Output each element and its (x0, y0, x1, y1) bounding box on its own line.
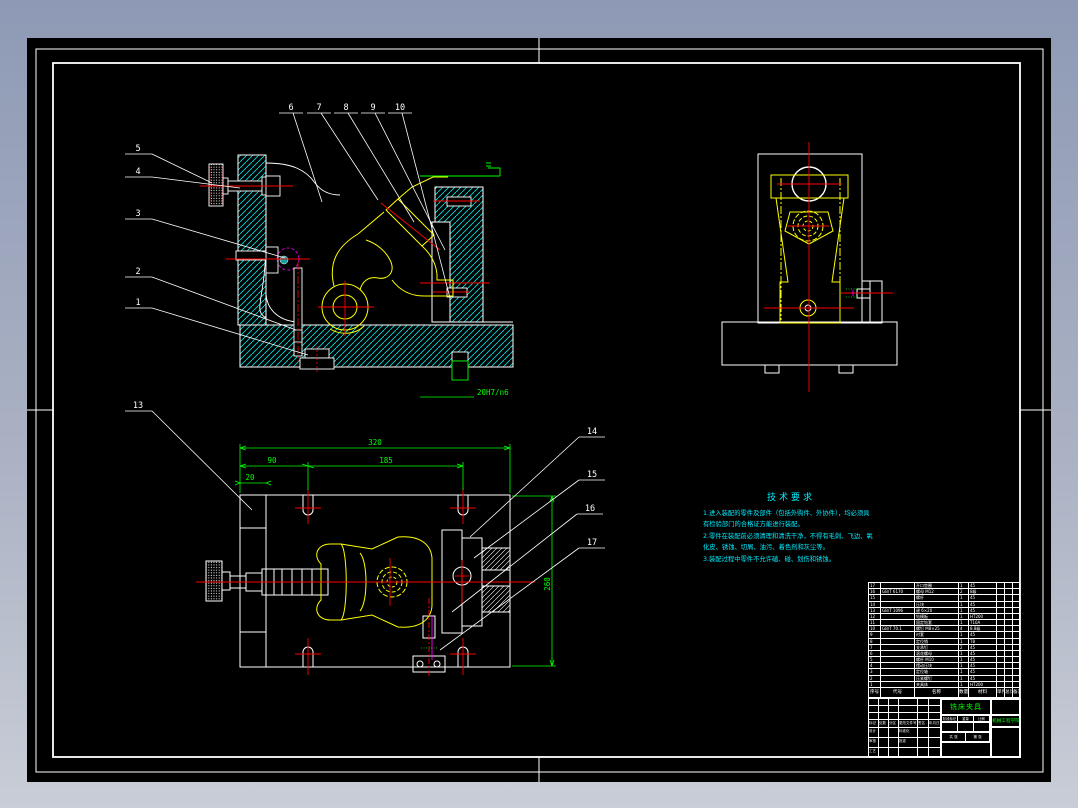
drawing-name: 铣床夹具 (941, 699, 991, 715)
bom-cell: 数量 (959, 687, 969, 698)
bom-table: 17 开口垫圈 1 45 16 GB/T 6170 螺母 M12 2 8级 15 螺杆 1 45 14 压块… (868, 582, 1020, 698)
tech-req-line: 1.进入装配的零件及部件（包括外购件、外协件），均必须具 (703, 510, 870, 517)
title-block: 标记 处数 分区 更改文件号 签名 年月日 设计 标准化 审核 批准 工艺 铣床… (868, 698, 1021, 758)
bom-cell: 备注 (1013, 687, 1020, 698)
bom-cell: 单件 (997, 687, 1005, 698)
technical-requirements: 技术要求 1.进入装配的零件及部件（包括外购件、外协件），均必须具 有检验部门的合… (703, 490, 879, 565)
tech-req-line: 3.装配过程中零件不允许磕、碰、划伤和锈蚀。 (703, 555, 835, 563)
organization: 机械工程学院 (991, 715, 1021, 727)
tech-req-title: 技术要求 (766, 493, 815, 503)
bom-cell: 名称 (915, 687, 959, 698)
bom-cell: 总计 (1005, 687, 1013, 698)
bom-cell: 材料 (969, 687, 997, 698)
bom-cell: 代号 (881, 687, 915, 698)
title-block-sheet-row: 共 张 第 张 (941, 732, 991, 742)
tech-req-lines: 1.进入装配的零件及部件（包括外购件、外协件），均必须具 有检验部门的合格证方能进… (703, 508, 879, 565)
bom-header-row: 序号代号名称数量材料单件总计备注 (869, 687, 1020, 698)
cad-viewer-background: 20H7/n6 320 90 185 20 260 5 4 3 2 1 6 7 … (0, 0, 1078, 808)
title-block-values-row (941, 722, 991, 732)
bom-cell: 序号 (869, 687, 881, 698)
tech-req-line: 2.零件在装配前必须清理和清洗干净，不得有毛刺、飞边、氧 (703, 532, 873, 540)
tech-req-line: 化皮、锈蚀、切屑、油污、着色剂和灰尘等。 (703, 544, 829, 552)
title-block-revision-grid: 标记 处数 分区 更改文件号 签名 年月日 设计 标准化 审核 批准 工艺 (869, 699, 941, 758)
tech-req-line: 有检验部门的合格证方能进行装配。 (703, 521, 804, 529)
title-block-stage-row: 阶段标记 重量 比例 (941, 715, 991, 722)
